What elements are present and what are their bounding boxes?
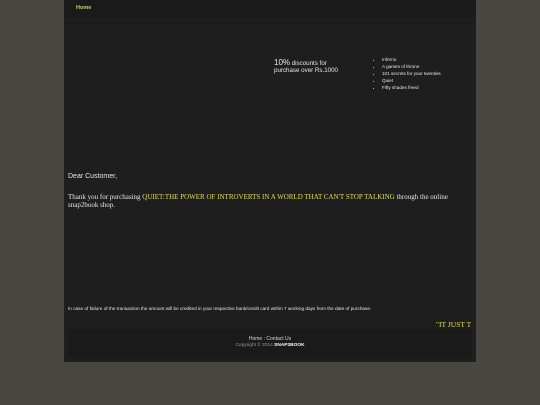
discount-percent: 10%	[274, 58, 291, 67]
discount-text-line1: discounts for	[290, 60, 327, 67]
book-list: Inferno A games of throne 101 secrets fo…	[376, 56, 472, 91]
copyright-line: Copyright © 2014 SNAP2BOOK	[68, 343, 472, 348]
book-list-item: Fifty shades freed	[382, 84, 472, 91]
thank-you-message: Thank you for purchasing QUIET:THE POWER…	[68, 193, 472, 209]
footer-home-link[interactable]: Home	[249, 336, 262, 342]
book-list-item: Inferno	[382, 56, 472, 63]
refund-notice: In case of failure of the transaction th…	[68, 306, 372, 311]
purchased-book-title: QUIET:THE POWER OF INTROVERTS IN A WORLD…	[142, 193, 395, 201]
footer: Home : Contact Us Copyright © 2014 SNAP2…	[68, 329, 472, 357]
book-list-item: A games of throne	[382, 63, 472, 70]
page-container: Home 10% discounts for purchase over Rs.…	[64, 0, 476, 362]
nav-home-link[interactable]: Home	[76, 5, 91, 11]
discount-promo: 10% discounts for purchase over Rs.1000	[274, 58, 384, 75]
book-list-item: 101 secrets for your twenties	[382, 70, 472, 77]
copyright-text: Copyright © 2014	[235, 343, 275, 348]
footer-contact-link[interactable]: Contact Us	[266, 336, 291, 342]
top-nav: Home	[64, 0, 476, 17]
discount-text-line2: purchase over Rs.1000	[274, 67, 338, 74]
brand-name: SNAP2BOOK	[274, 343, 305, 348]
scrolling-quote: "IT JUST T	[436, 320, 472, 329]
greeting-text: Dear Customer,	[68, 173, 118, 180]
footer-links: Home : Contact Us	[68, 336, 472, 342]
book-list-item: Quiet	[382, 77, 472, 84]
